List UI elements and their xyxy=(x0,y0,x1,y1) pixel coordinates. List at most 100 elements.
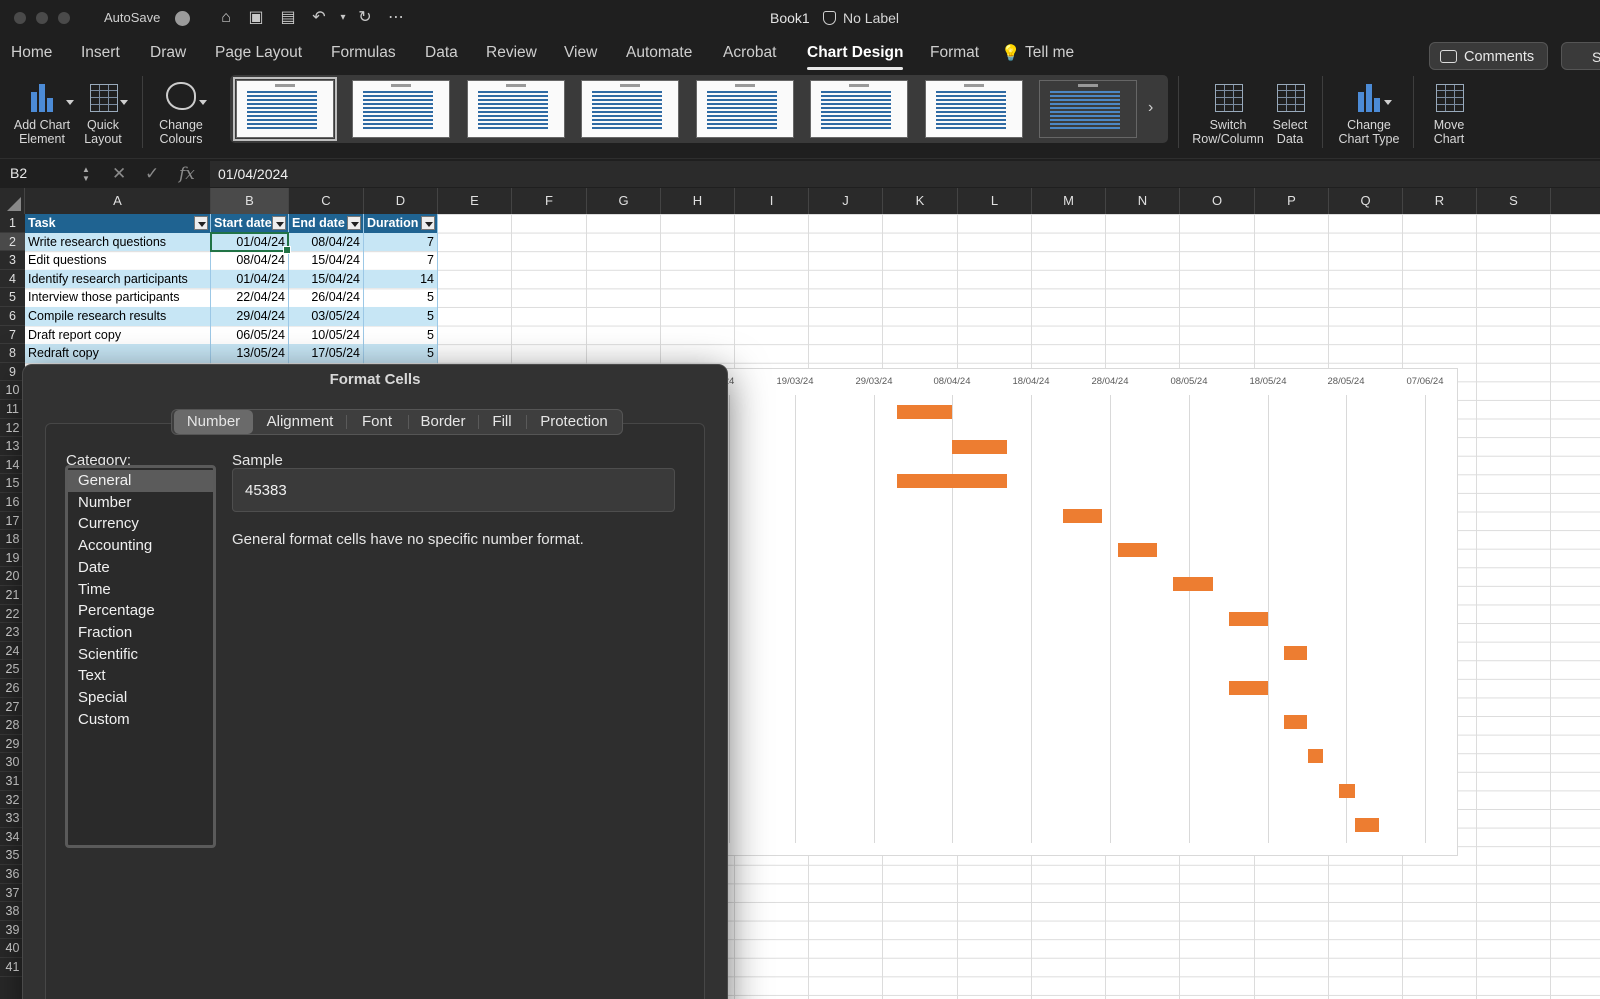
chart-style-6[interactable] xyxy=(810,80,908,138)
tab-acrobat[interactable]: Acrobat xyxy=(723,44,776,62)
table-cell[interactable]: 7 xyxy=(364,251,438,270)
category-item-general[interactable]: General xyxy=(68,470,213,492)
sensitivity-label-icon[interactable] xyxy=(823,11,836,25)
table-cell[interactable]: 08/04/24 xyxy=(211,251,289,270)
filter-dropdown-icon[interactable] xyxy=(194,216,208,230)
table-cell[interactable]: 7 xyxy=(364,232,438,252)
dialog-tab-number[interactable]: Number xyxy=(174,410,253,434)
table-cell[interactable]: Draft report copy xyxy=(25,325,211,345)
category-item-fraction[interactable]: Fraction xyxy=(68,622,213,644)
close-window-button[interactable] xyxy=(14,12,26,24)
tab-formulas[interactable]: Formulas xyxy=(331,44,396,62)
tab-draw[interactable]: Draw xyxy=(150,44,186,62)
category-item-currency[interactable]: Currency xyxy=(68,513,213,535)
table-cell[interactable]: Interview those participants xyxy=(25,288,211,307)
table-cell[interactable]: 17/05/24 xyxy=(289,344,364,363)
chart-bar[interactable] xyxy=(1173,577,1213,591)
table-cell[interactable]: 29/04/24 xyxy=(211,307,289,326)
minimize-window-button[interactable] xyxy=(36,12,48,24)
column-header-d[interactable]: D xyxy=(364,188,438,214)
column-header-i[interactable]: I xyxy=(735,188,809,214)
table-cell[interactable]: 5 xyxy=(364,307,438,326)
tab-review[interactable]: Review xyxy=(486,44,537,62)
active-cell-b2[interactable] xyxy=(210,231,291,254)
switch-row-column-button[interactable]: Switch Row/Column xyxy=(1190,78,1266,146)
chart-style-4[interactable] xyxy=(581,80,679,138)
category-item-text[interactable]: Text xyxy=(68,665,213,687)
chart-bar[interactable] xyxy=(952,440,1008,454)
name-box-stepper-icon[interactable]: ▲ ▼ xyxy=(82,165,90,183)
undo-dropdown-icon[interactable]: ▾ xyxy=(333,8,353,28)
tab-home[interactable]: Home xyxy=(11,44,52,62)
share-button[interactable]: S xyxy=(1561,42,1600,70)
sensitivity-label[interactable]: No Label xyxy=(843,10,899,26)
table-header-cell[interactable]: Task xyxy=(25,214,211,233)
column-header-e[interactable]: E xyxy=(438,188,512,214)
row-header-3[interactable]: 3 xyxy=(0,251,25,270)
table-cell[interactable]: 13/05/24 xyxy=(211,344,289,363)
row-header-7[interactable]: 7 xyxy=(0,326,25,345)
tab-page-layout[interactable]: Page Layout xyxy=(215,44,302,62)
column-header-b[interactable]: B xyxy=(211,188,289,214)
quick-layout-button[interactable]: Quick Layout xyxy=(76,78,130,146)
row-header-1[interactable]: 1 xyxy=(0,214,25,233)
column-header-a[interactable]: A xyxy=(25,188,211,214)
table-cell[interactable]: 01/04/24 xyxy=(211,269,289,289)
table-cell[interactable]: 08/04/24 xyxy=(289,232,364,252)
table-header-cell[interactable]: Duration xyxy=(364,214,438,233)
table-cell[interactable]: 22/04/24 xyxy=(211,288,289,307)
save-icon[interactable]: ▣ xyxy=(246,8,266,28)
tab-data[interactable]: Data xyxy=(425,44,458,62)
category-item-custom[interactable]: Custom xyxy=(68,709,213,731)
chart-style-2[interactable] xyxy=(352,80,450,138)
category-item-date[interactable]: Date xyxy=(68,557,213,579)
tab-format[interactable]: Format xyxy=(930,44,979,62)
chart-bar[interactable] xyxy=(1228,681,1268,695)
table-cell[interactable]: 06/05/24 xyxy=(211,325,289,345)
tab-insert[interactable]: Insert xyxy=(81,44,120,62)
dialog-tab-border[interactable]: Border xyxy=(410,410,476,434)
column-header-m[interactable]: M xyxy=(1032,188,1106,214)
table-cell[interactable]: 03/05/24 xyxy=(289,307,364,326)
row-header-6[interactable]: 6 xyxy=(0,307,25,326)
gallery-next-icon[interactable]: › xyxy=(1148,99,1153,117)
select-data-button[interactable]: Select Data xyxy=(1266,78,1314,146)
formula-input[interactable]: 01/04/2024 xyxy=(210,161,1600,187)
row-header-8[interactable]: 8 xyxy=(0,344,25,363)
zoom-window-button[interactable] xyxy=(58,12,70,24)
table-cell[interactable]: Redraft copy xyxy=(25,344,211,363)
table-cell[interactable]: 14 xyxy=(364,269,438,289)
category-list[interactable]: General Number Currency Accounting Date Time P… xyxy=(65,465,216,848)
chart-bar[interactable] xyxy=(896,405,952,419)
table-cell[interactable]: Identify research participants xyxy=(25,269,211,289)
chart-bar[interactable] xyxy=(1307,749,1324,763)
cancel-icon[interactable]: ✕ xyxy=(112,164,126,184)
undo-icon[interactable]: ↶ xyxy=(309,8,329,28)
table-cell[interactable]: Edit questions xyxy=(25,251,211,270)
filter-dropdown-icon[interactable] xyxy=(421,216,435,230)
row-header-4[interactable]: 4 xyxy=(0,270,25,289)
column-header-r[interactable]: R xyxy=(1403,188,1477,214)
tell-me-search[interactable]: Tell me xyxy=(1025,44,1074,62)
select-all-corner[interactable] xyxy=(0,188,25,214)
redo-icon[interactable]: ↻ xyxy=(355,8,375,28)
table-header-cell[interactable]: Start date xyxy=(211,214,289,233)
dialog-tab-font[interactable]: Font xyxy=(348,410,406,434)
chart-style-7[interactable] xyxy=(925,80,1023,138)
column-header-p[interactable]: P xyxy=(1255,188,1329,214)
function-icon[interactable]: fx xyxy=(179,164,195,184)
home-icon[interactable]: ⌂ xyxy=(216,8,236,28)
change-colours-button[interactable]: Change Colours xyxy=(152,78,210,146)
tab-view[interactable]: View xyxy=(564,44,597,62)
chart-bar[interactable] xyxy=(1339,784,1355,798)
table-cell[interactable]: 5 xyxy=(364,325,438,345)
chart-bar[interactable] xyxy=(1117,543,1158,557)
confirm-icon[interactable]: ✓ xyxy=(145,164,159,184)
category-item-accounting[interactable]: Accounting xyxy=(68,535,213,557)
table-header-cell[interactable]: End date xyxy=(289,214,364,233)
table-cell[interactable]: Compile research results xyxy=(25,307,211,326)
category-item-scientific[interactable]: Scientific xyxy=(68,644,213,666)
autosave-toggle[interactable] xyxy=(175,11,190,26)
tab-automate[interactable]: Automate xyxy=(626,44,692,62)
chart-style-3[interactable] xyxy=(467,80,565,138)
